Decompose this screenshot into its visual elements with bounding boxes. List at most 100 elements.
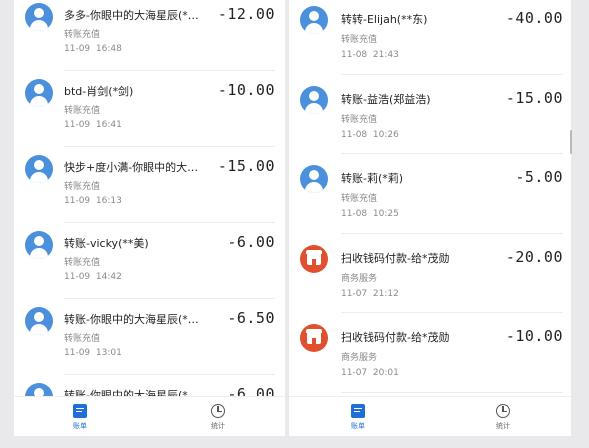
transaction-datetime: 11-09 14:42 (64, 272, 122, 282)
transaction-time: 14:42 (95, 272, 122, 282)
transaction-datetime: 11-08 10:25 (341, 209, 399, 219)
transaction-title: 快步+度小满-你眼中的大… (64, 161, 199, 174)
tab-statistics[interactable]: 统计 (173, 397, 263, 437)
avatar-head (309, 11, 319, 21)
store-icon (300, 244, 328, 273)
transaction-time: 21:43 (372, 50, 399, 60)
transaction-row[interactable]: 转转-Elijah(**东) 转账充值 11-08 21:43 -40.00 (289, 0, 571, 75)
user-avatar-icon (300, 85, 328, 114)
tab-label: 账单 (351, 422, 365, 430)
bill-list-panel-left: 多多-你眼中的大海星辰(*… 转账充值 11-09 16:48 -12.00 btd-肖… (14, 0, 285, 448)
transaction-date: 11-09 (64, 348, 91, 358)
store-glyph (306, 329, 322, 344)
transaction-time: 21:12 (372, 288, 399, 299)
transaction-datetime: 11-09 16:13 (64, 196, 122, 206)
user-avatar-icon (25, 3, 53, 31)
avatar-body (30, 172, 48, 183)
avatar-body (30, 96, 48, 107)
user-avatar-icon (25, 79, 53, 107)
avatar-head (34, 8, 44, 18)
transaction-time: 10:26 (372, 129, 399, 140)
transaction-title: 多多-你眼中的大海星辰(*… (64, 9, 199, 22)
tab-label: 统计 (211, 422, 225, 430)
transaction-category: 转账充值 (341, 35, 378, 45)
user-avatar-icon (300, 165, 328, 193)
transaction-datetime: 11-07 21:12 (341, 289, 399, 299)
transaction-title: 转账-vicky(**美) (64, 237, 149, 250)
avatar-body (30, 248, 48, 259)
tab-label: 统计 (496, 422, 510, 430)
transaction-amount: -6.00 (227, 233, 275, 251)
avatar-body (305, 23, 323, 34)
transaction-time: 16:48 (95, 44, 122, 54)
transaction-row[interactable]: 转账-益浩(郑益浩) 转账充值 11-08 10:26 -15.00 (289, 75, 571, 154)
transaction-row[interactable]: btd-肖剑(*剑) 转账充值 11-09 16:41 -10.00 (14, 71, 285, 147)
transaction-amount: -10.00 (217, 81, 275, 99)
transaction-date: 11-07 (341, 368, 368, 378)
user-avatar-icon (25, 231, 53, 259)
transaction-datetime: 11-08 21:43 (341, 50, 399, 60)
transaction-date: 11-08 (341, 209, 368, 219)
transaction-category: 商务服务 (341, 273, 378, 284)
transaction-date: 11-09 (64, 44, 91, 54)
tab-label: 账单 (73, 422, 87, 430)
transaction-row[interactable]: 转账-莉(*莉) 转账充值 11-08 10:25 -5.00 (289, 154, 571, 234)
bottom-strip (0, 436, 589, 448)
user-avatar-icon (25, 155, 53, 183)
transaction-category: 转账充值 (64, 334, 101, 344)
bottom-tab-bar: 账单 统计 (14, 396, 285, 437)
transaction-time: 13:01 (95, 348, 122, 358)
transaction-datetime: 11-09 16:48 (64, 44, 122, 54)
transaction-datetime: 11-08 10:26 (341, 130, 399, 140)
transaction-amount: -40.00 (505, 9, 563, 27)
transaction-amount: -6.50 (227, 309, 275, 327)
avatar-head (34, 236, 44, 246)
transaction-date: 11-09 (64, 120, 91, 130)
tab-statistics[interactable]: 统计 (458, 397, 548, 437)
transaction-amount: -10.00 (505, 327, 563, 345)
stats-icon (496, 404, 510, 418)
transaction-title: btd-肖剑(*剑) (64, 85, 134, 98)
avatar-head (309, 90, 319, 101)
transaction-amount: -15.00 (217, 157, 275, 175)
bill-icon (351, 404, 365, 418)
transaction-amount: -15.00 (505, 88, 563, 107)
transaction-row[interactable]: 多多-你眼中的大海星辰(*… 转账充值 11-09 16:48 -12.00 (14, 0, 285, 71)
transaction-date: 11-09 (64, 272, 91, 282)
transaction-category: 转账充值 (341, 114, 378, 125)
transaction-row[interactable]: 转账-你眼中的大海星辰(*… 转账充值 11-09 13:01 -6.50 (14, 299, 285, 375)
transaction-row[interactable]: 转账-vicky(**美) 转账充值 11-09 14:42 -6.00 (14, 223, 285, 299)
transaction-date: 11-08 (341, 129, 368, 140)
transaction-title: 转账-益浩(郑益浩) (341, 92, 431, 106)
transaction-amount: -5.00 (515, 168, 563, 186)
transaction-time: 16:41 (95, 120, 122, 130)
transaction-category: 转账充值 (341, 194, 378, 204)
transaction-category: 转账充值 (64, 30, 101, 40)
transaction-date: 11-07 (341, 288, 368, 299)
transaction-time: 10:25 (372, 209, 399, 219)
transaction-amount: -12.00 (217, 5, 275, 23)
transaction-date: 11-08 (341, 50, 368, 60)
avatar-head (34, 160, 44, 170)
avatar-body (30, 20, 48, 31)
transaction-category: 转账充值 (64, 182, 101, 192)
transaction-row[interactable]: 扫收钱码付款-给*茂勋 商务服务 11-07 21:12 -20.00 (289, 234, 571, 313)
row-divider (341, 391, 563, 393)
transaction-row[interactable]: 快步+度小满-你眼中的大… 转账充值 11-09 16:13 -15.00 (14, 147, 285, 223)
transaction-category: 转账充值 (64, 258, 101, 268)
transaction-title: 扫收钱码付款-给*茂勋 (341, 331, 450, 344)
avatar-body (30, 324, 48, 335)
avatar-body (305, 102, 323, 114)
transaction-category: 商务服务 (341, 353, 378, 363)
store-glyph (306, 249, 322, 265)
transaction-date: 11-09 (64, 196, 91, 206)
tab-bills[interactable]: 账单 (35, 397, 125, 437)
transaction-row[interactable]: 扫收钱码付款-给*茂勋 商务服务 11-07 20:01 -10.00 (289, 313, 571, 393)
transaction-title: 转账-你眼中的大海星辰(*… (64, 313, 199, 326)
transaction-amount: -20.00 (505, 247, 563, 266)
tab-bills[interactable]: 账单 (313, 397, 403, 437)
transaction-datetime: 11-09 16:41 (64, 120, 122, 130)
scrollbar-thumb[interactable] (570, 130, 572, 154)
transaction-time: 16:13 (95, 196, 122, 206)
bill-icon (73, 404, 87, 418)
